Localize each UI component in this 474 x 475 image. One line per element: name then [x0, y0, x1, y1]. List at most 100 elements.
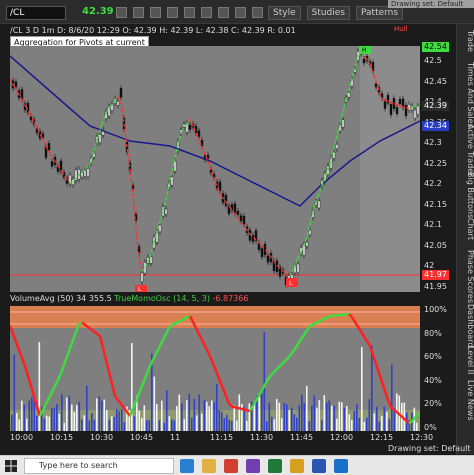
osc-segment: [243, 408, 248, 412]
settings-icon[interactable]: [201, 7, 212, 18]
price-axis[interactable]: 42.542.4542.442.3542.342.2542.242.1542.1…: [420, 42, 456, 436]
sidebar-item-trade[interactable]: Trade: [457, 30, 474, 52]
sidebar-item-big-buttons[interactable]: Big Buttons: [457, 172, 474, 218]
sidebar-item-active-trader[interactable]: Active Trader: [457, 124, 474, 176]
sidebar-item-chart[interactable]: Chart: [457, 218, 474, 240]
volume-bar: [78, 401, 81, 431]
drawing-set-top[interactable]: Drawing set: Default: [388, 0, 474, 8]
taskbar-search-input[interactable]: Type here to search: [24, 458, 174, 474]
layout-icon[interactable]: [218, 7, 229, 18]
time-tick: 10:45: [130, 433, 154, 442]
sidebar-item-live-news[interactable]: Live News: [457, 380, 474, 421]
volume-bar: [96, 398, 98, 431]
hull-segment: [353, 56, 359, 72]
chrome-icon[interactable]: [224, 459, 238, 473]
osc-segment: [206, 351, 213, 360]
symbol-input[interactable]: /CL: [6, 6, 66, 20]
sidebar-item-dashboard[interactable]: Dashboard: [457, 304, 474, 347]
alert-icon[interactable]: [167, 7, 178, 18]
volume-bar: [131, 343, 133, 431]
red-level-tag: 41.97: [422, 270, 449, 280]
osc-segment: [174, 320, 179, 325]
osc-segment: [107, 371, 114, 385]
volume-bar: [91, 413, 93, 431]
osc-segment: [140, 378, 147, 387]
time-tick: 10:00: [10, 433, 34, 442]
word-icon[interactable]: [312, 459, 326, 473]
time-tick: 10:30: [90, 433, 114, 442]
volume-bar: [56, 404, 58, 431]
link-icon[interactable]: [116, 7, 127, 18]
sidebar-item-level-ii[interactable]: Level II: [457, 346, 474, 374]
oscillator-pane[interactable]: [8, 306, 420, 431]
osc-segment: [263, 378, 270, 386]
osc-segment: [56, 372, 63, 381]
volume-bar: [378, 421, 381, 431]
volume-bar: [308, 420, 311, 431]
volume-bar: [153, 376, 156, 431]
price-tick: 42.45: [424, 76, 447, 86]
sidebar-item-phase-scores[interactable]: Phase Scores: [457, 250, 474, 303]
volume-bar: [273, 419, 276, 431]
osc-segment: [200, 339, 207, 347]
price-tick: 41.95: [424, 281, 447, 291]
grid-icon[interactable]: [184, 7, 195, 18]
volume-bar: [416, 422, 418, 431]
osc-segment: [117, 399, 122, 405]
hull-segment: [341, 100, 347, 117]
volume-bar: [71, 404, 73, 431]
studies-button[interactable]: Studies: [306, 6, 350, 20]
hull-label: Hull: [394, 25, 408, 33]
share-icon[interactable]: [133, 7, 144, 18]
excel-icon[interactable]: [268, 459, 282, 473]
osc-segment: [374, 363, 381, 374]
volume-bar: [213, 402, 216, 431]
volume-bar: [223, 418, 226, 431]
osc-tick: 60%: [424, 352, 442, 361]
candle: [119, 88, 123, 98]
oscillator-svg[interactable]: [8, 306, 420, 431]
volume-bar: [176, 406, 178, 431]
osc-segment: [155, 345, 162, 353]
edge-icon[interactable]: [180, 459, 194, 473]
osc-segment: [377, 372, 384, 383]
hull-line-group: [9, 51, 419, 277]
candle: [26, 102, 30, 113]
price-chart[interactable]: L L H: [9, 43, 421, 293]
drawing-set-bottom[interactable]: Drawing set: Default: [388, 444, 471, 453]
candle: [236, 210, 240, 215]
osc-segment: [240, 407, 245, 411]
hull-segment: [173, 143, 179, 163]
store-icon[interactable]: [246, 459, 260, 473]
time-axis[interactable]: 10:00 10:15 10:30 10:45 11 11:15 11:30 11:45 12:…: [10, 432, 433, 444]
flag-icon[interactable]: [235, 7, 246, 18]
volume-bar: [191, 417, 193, 431]
draw-icon[interactable]: [252, 7, 263, 18]
osc-value: -6.87366: [212, 294, 249, 303]
folder-icon[interactable]: [290, 459, 304, 473]
volume-bar: [231, 420, 233, 431]
osc-segment: [29, 385, 36, 397]
osc-segment: [276, 365, 281, 370]
price-chart-svg[interactable]: L L H: [9, 43, 421, 293]
windows-start-icon[interactable]: [4, 459, 18, 473]
volume-bar: [351, 420, 353, 431]
volume-bar: [158, 420, 161, 431]
osc-segment: [209, 358, 216, 367]
files-icon[interactable]: [202, 459, 216, 473]
windows-taskbar: Type here to search: [0, 455, 474, 475]
volume-bar: [83, 415, 86, 431]
candle: [395, 107, 399, 114]
pivot-high-label: H: [362, 47, 367, 54]
patterns-button[interactable]: Patterns: [356, 6, 404, 20]
style-button[interactable]: Style: [268, 6, 301, 20]
volume-bar: [63, 422, 66, 431]
osc-segment: [386, 399, 393, 408]
sidebar-item-times-and-sales[interactable]: Times And Sales: [457, 62, 474, 128]
volume-bar: [376, 406, 378, 431]
time-tick: 11: [170, 433, 181, 442]
trade-icon[interactable]: [150, 7, 161, 18]
volume-bar: [261, 393, 263, 431]
candle: [308, 230, 312, 235]
mail-icon[interactable]: [334, 459, 348, 473]
